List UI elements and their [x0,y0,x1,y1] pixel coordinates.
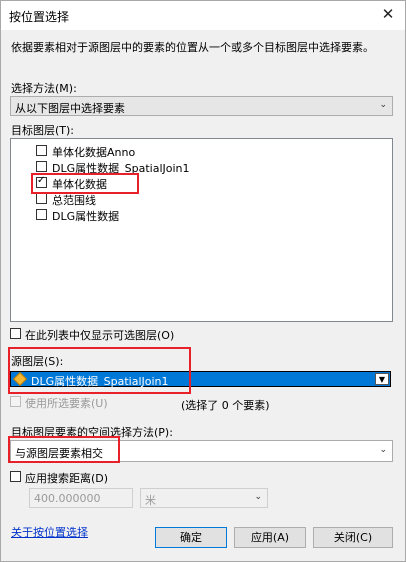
chevron-down-icon: ⌄ [379,445,387,455]
only-selectable-checkbox[interactable] [10,328,21,339]
search-distance-input[interactable]: 400.000000 [29,488,133,508]
feature-layer-icon [12,371,28,387]
checkbox-unchecked-icon[interactable] [36,209,47,220]
use-selected-label: 使用所选要素(U) [25,397,108,410]
close-button[interactable]: 关闭(C) [313,527,393,548]
use-selected-checkbox[interactable] [10,396,21,407]
checkbox-unchecked-icon[interactable] [36,145,47,156]
window-title: 按位置选择 [9,10,70,24]
checkbox-unchecked-icon[interactable] [36,193,47,204]
checkbox-checked-icon[interactable] [36,175,47,188]
source-layer-dropdown[interactable]: DLG属性数据_SpatialJoin1 ▼ [10,371,391,388]
target-layers-label: 目标图层(T): [11,124,75,137]
description-text: 依据要素相对于源图层中的要素的位置从一个或多个目标图层中选择要素。 [11,41,374,54]
close-icon[interactable]: ✕ [378,4,398,24]
checkbox-unchecked-icon[interactable] [36,161,47,172]
spatial-method-value: 与源图层要素相交 [15,447,103,460]
selection-method-value: 从以下图层中选择要素 [15,102,125,115]
selection-method-dropdown[interactable]: 从以下图层中选择要素 ⌄ [10,96,393,116]
spatial-method-label: 目标图层要素的空间选择方法(P): [11,426,173,439]
distance-unit-dropdown[interactable]: 米 ⌄ [140,488,268,508]
apply-button[interactable]: 应用(A) [234,527,306,548]
search-distance-checkbox[interactable] [10,471,21,482]
ok-button[interactable]: 确定 [155,527,227,548]
dropdown-arrow-icon[interactable]: ▼ [375,373,389,385]
target-layers-list[interactable]: 单体化数据Anno DLG属性数据_SpatialJoin1 单体化数据 总范围… [10,138,393,322]
spatial-method-dropdown[interactable]: 与源图层要素相交 ⌄ [10,440,393,462]
chevron-down-icon: ⌄ [254,492,262,502]
search-distance-label: 应用搜索距离(D) [25,472,109,485]
source-layer-value: DLG属性数据_SpatialJoin1 [31,375,169,388]
selected-count-text: (选择了 0 个要素) [181,399,270,412]
chevron-down-icon: ⌄ [379,100,387,110]
selection-method-label: 选择方法(M): [11,82,77,95]
help-link[interactable]: 关于按位置选择 [11,524,88,540]
source-layer-label: 源图层(S): [11,355,64,368]
only-selectable-label: 在此列表中仅显示可选图层(O) [25,329,175,342]
